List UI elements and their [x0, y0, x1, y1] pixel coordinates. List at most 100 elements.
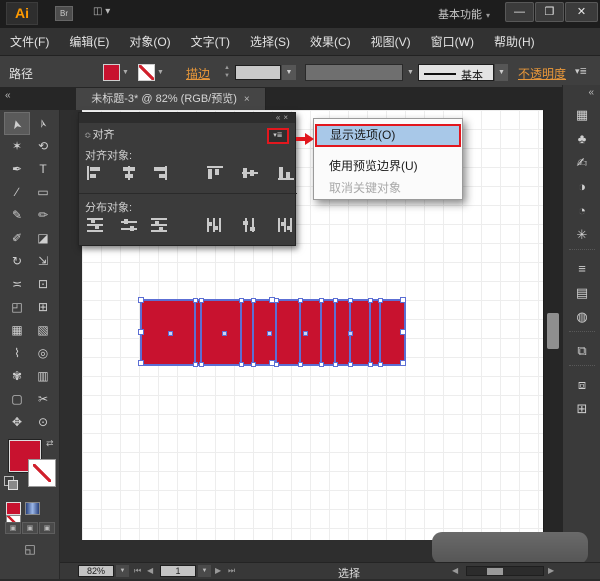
eraser-tool[interactable]: ◪ — [30, 227, 56, 250]
caret-down-icon[interactable]: ▼ — [495, 64, 508, 81]
menu-帮助[interactable]: 帮助(H) — [484, 28, 545, 56]
caret-down-icon[interactable]: ▼ — [404, 64, 417, 81]
document-tab[interactable]: 未标题-3* @ 82% (RGB/预览)× — [76, 88, 266, 110]
layers-panel-icon[interactable]: ⧈ — [563, 373, 600, 397]
horizontal-distribute-left-button[interactable] — [203, 215, 227, 235]
selection-handle[interactable] — [138, 360, 144, 366]
shape-builder-tool[interactable]: ◰ — [4, 296, 30, 319]
selection-handle[interactable] — [333, 298, 338, 303]
menu-文件[interactable]: 文件(F) — [0, 28, 59, 56]
line-segment-tool[interactable]: ∕ — [4, 181, 30, 204]
control-panel-menu-icon[interactable]: ▾≣ — [575, 66, 587, 77]
draw-inside-button[interactable]: ▣ — [39, 522, 55, 534]
opacity-link[interactable]: 不透明度 — [518, 65, 566, 82]
selection-handle[interactable] — [269, 360, 275, 366]
tools-collapse-icon[interactable]: « — [5, 90, 11, 101]
swatches-panel-icon[interactable]: ▦ — [563, 103, 600, 127]
selection-tool[interactable]: ➤ — [4, 112, 30, 135]
last-artboard-icon[interactable]: ⏭ — [228, 566, 235, 576]
magic-wand-tool[interactable]: ✶ — [4, 135, 30, 158]
selection-handle[interactable] — [239, 362, 244, 367]
selection-handle[interactable] — [251, 298, 256, 303]
horizontal-distribute-center-button[interactable] — [238, 215, 262, 235]
shape-center-point[interactable] — [348, 331, 353, 336]
gradient-slider-panel-icon[interactable]: ▤ — [563, 281, 600, 305]
gradient-panel-panel-icon[interactable]: ◔ — [563, 199, 600, 223]
vertical-distribute-top-button[interactable] — [83, 215, 107, 235]
selection-handle[interactable] — [368, 362, 373, 367]
align-panel-menu-button[interactable]: ▾≣ — [267, 128, 289, 144]
selection-handle[interactable] — [138, 297, 144, 303]
zoom-level-field[interactable]: 82% — [78, 565, 114, 577]
selection-handle[interactable] — [251, 362, 256, 367]
shape-center-point[interactable] — [303, 331, 308, 336]
mesh-tool[interactable]: ▦ — [4, 319, 30, 342]
rotate-tool[interactable]: ↻ — [4, 250, 30, 273]
selection-handle[interactable] — [378, 362, 383, 367]
dock-expand-icon[interactable]: « — [588, 87, 594, 98]
shape-center-point[interactable] — [168, 331, 173, 336]
blob-brush-tool[interactable]: ✐ — [4, 227, 30, 250]
zoom-tool[interactable]: ⊙ — [30, 411, 56, 434]
pencil-tool[interactable]: ✏ — [30, 204, 56, 227]
shape-center-point[interactable] — [267, 331, 272, 336]
brush-definition-dropdown[interactable] — [305, 64, 403, 81]
menu-item-使用预览边界[interactable]: 使用预览边界(U) — [316, 156, 460, 177]
selection-handle[interactable] — [348, 298, 353, 303]
swap-fill-stroke-icon[interactable]: ⇄ — [46, 438, 54, 449]
horizontal-distribute-right-button[interactable] — [274, 215, 298, 235]
caret-down-icon[interactable]: ▼ — [282, 65, 296, 80]
eyedropper-tool[interactable]: ⌇ — [4, 342, 30, 365]
tab-close-icon[interactable]: × — [244, 94, 250, 105]
selection-handle[interactable] — [319, 362, 324, 367]
default-fill-stroke-icon[interactable] — [4, 476, 14, 486]
free-transform-tool[interactable]: ⊡ — [30, 273, 56, 296]
caret-down-icon[interactable]: ▼ — [116, 565, 129, 577]
scale-tool[interactable]: ⇲ — [30, 250, 56, 273]
stroke-color-swatch[interactable] — [138, 64, 155, 81]
selection-handle[interactable] — [348, 362, 353, 367]
selection-handle[interactable] — [199, 362, 204, 367]
horizontal-align-center-button[interactable] — [117, 163, 141, 183]
stroke-width-stepper[interactable]: ▲▼ — [222, 64, 232, 81]
selection-handle[interactable] — [269, 297, 275, 303]
first-artboard-icon[interactable]: ⏮ — [134, 566, 141, 576]
appearance-panel-icon[interactable]: ◍ — [563, 305, 600, 329]
menu-item-显示选项[interactable]: 显示选项(O) — [315, 124, 461, 147]
pathfinder-panel-icon[interactable]: ⧉ — [563, 339, 600, 363]
artboards-panel-panel-icon[interactable]: ⊞ — [563, 397, 600, 421]
selection-handle[interactable] — [138, 329, 144, 335]
rectangle-tool[interactable]: ▭ — [30, 181, 56, 204]
selection-handle[interactable] — [400, 360, 406, 366]
slice-tool[interactable]: ✂ — [30, 388, 56, 411]
stroke-color-box[interactable] — [29, 460, 55, 486]
stroke-panel-panel-icon[interactable]: ≡ — [563, 257, 600, 281]
column-graph-tool[interactable]: ▥ — [30, 365, 56, 388]
direct-selection-tool[interactable]: ➢ — [30, 112, 56, 135]
menu-窗口[interactable]: 窗口(W) — [421, 28, 484, 56]
scroll-left-icon[interactable]: ◀ — [452, 566, 458, 575]
menu-选择[interactable]: 选择(S) — [240, 28, 300, 56]
align-panel-header[interactable] — [79, 113, 295, 123]
shape-center-point[interactable] — [222, 331, 227, 336]
arrange-documents-icon[interactable]: ◫ ▾ — [93, 6, 123, 21]
menu-视图[interactable]: 视图(V) — [361, 28, 421, 56]
draw-normal-button[interactable]: ▣ — [5, 522, 21, 534]
blend-tool[interactable]: ◎ — [30, 342, 56, 365]
vertical-distribute-bottom-button[interactable] — [147, 215, 171, 235]
pen-tool[interactable]: ✒ — [4, 158, 30, 181]
caret-down-icon[interactable]: ▼ — [122, 69, 129, 76]
horizontal-scrollbar[interactable] — [466, 566, 544, 576]
color-panel-icon[interactable]: ◑ — [563, 175, 600, 199]
width-tool-tool[interactable]: ≍ — [4, 273, 30, 296]
selection-handle[interactable] — [378, 298, 383, 303]
selection-handle[interactable] — [199, 298, 204, 303]
menu-文字[interactable]: 文字(T) — [181, 28, 240, 56]
horizontal-align-left-button[interactable] — [83, 163, 107, 183]
panel-header-buttons[interactable]: «× — [276, 113, 291, 122]
bridge-icon[interactable]: Br — [55, 6, 73, 21]
selection-handle[interactable] — [298, 298, 303, 303]
selection-handle[interactable] — [333, 362, 338, 367]
selection-handle[interactable] — [193, 362, 198, 367]
previous-artboard-icon[interactable]: ◀ — [147, 566, 153, 575]
